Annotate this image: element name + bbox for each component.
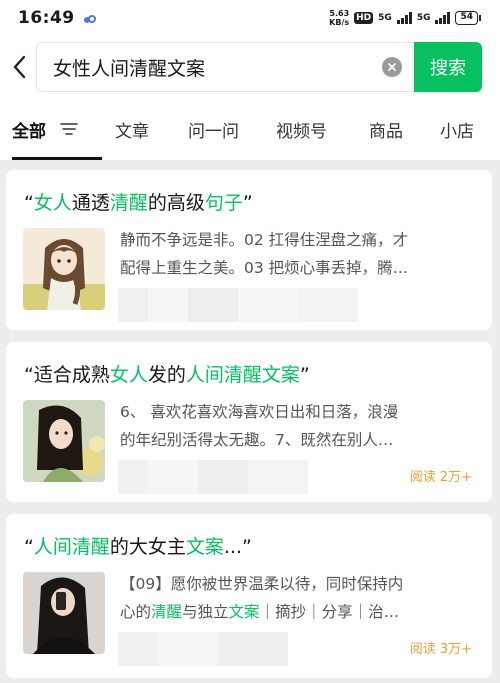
tab-articles[interactable]: 文章 bbox=[115, 98, 149, 160]
status-time: 16:49 bbox=[18, 8, 75, 28]
result-thumbnail bbox=[23, 572, 105, 654]
filter-icon[interactable] bbox=[60, 122, 78, 136]
result-thumbnail bbox=[23, 228, 105, 310]
blurred-source bbox=[118, 460, 308, 494]
back-chevron-icon bbox=[13, 55, 26, 79]
cloud-sync-icon bbox=[83, 9, 97, 28]
search-input[interactable]: 女性人间清醒文案 bbox=[36, 42, 414, 92]
tab-shops[interactable]: 小店 bbox=[440, 98, 474, 160]
result-title[interactable]: “人间清醒的大女主文案...” bbox=[24, 532, 252, 559]
signal-icon bbox=[396, 12, 412, 24]
blurred-source bbox=[118, 632, 288, 666]
result-title[interactable]: “女人通透清醒的高级句子” bbox=[24, 188, 253, 215]
tab-channels[interactable]: 视频号 bbox=[276, 98, 327, 160]
network-speed: 5.63 KB/s bbox=[329, 9, 350, 27]
status-bar: 16:49 5.63 KB/s HD 5G 5G 54 bbox=[0, 0, 500, 36]
signal-label-2: 5G bbox=[416, 13, 431, 23]
read-count: 阅读 3万+ bbox=[409, 642, 472, 657]
tab-all[interactable]: 全部 bbox=[12, 98, 102, 160]
blurred-source bbox=[118, 288, 358, 322]
result-title[interactable]: “适合成熟女人发的人间清醒文案” bbox=[24, 360, 310, 387]
signal-label-1: 5G bbox=[378, 13, 392, 23]
search-query[interactable]: 女性人间清醒文案 bbox=[53, 54, 382, 81]
battery-icon: 54 bbox=[455, 11, 481, 25]
result-card[interactable]: “人间清醒的大女主文案...” 【09】愿你被世界温柔以待，同时保持内 心的清醒… bbox=[6, 514, 492, 678]
back-button[interactable] bbox=[2, 47, 36, 87]
result-snippet: 【09】愿你被世界温柔以待，同时保持内 心的清醒与独立文案｜摘抄｜分享｜治… bbox=[120, 575, 404, 621]
filter-tabs: 全部 文章 问一问 视频号 商品 小店 bbox=[0, 98, 500, 160]
signal-icon bbox=[435, 12, 451, 24]
result-snippet: 6、 喜欢花喜欢海喜欢日出和日落，浪漫 的年纪别活得太无趣。7、既然在别人… bbox=[120, 403, 399, 449]
tab-ask[interactable]: 问一问 bbox=[188, 98, 239, 160]
hd-badge: HD bbox=[354, 12, 374, 24]
search-header: 女性人间清醒文案 搜索 bbox=[0, 36, 500, 98]
result-thumbnail bbox=[23, 400, 105, 482]
result-snippet: 静而不争远是非。02 扛得住涅盘之痛，才 配得上重生之美。03 把烦心事丢掉，腾… bbox=[120, 231, 409, 277]
read-count: 阅读 2万+ bbox=[409, 470, 472, 485]
search-button[interactable]: 搜索 bbox=[414, 42, 482, 92]
tab-products[interactable]: 商品 bbox=[369, 98, 403, 160]
result-card[interactable]: “女人通透清醒的高级句子” 静而不争远是非。02 扛得住涅盘之痛，才 配得上重生… bbox=[6, 170, 492, 330]
clear-icon[interactable] bbox=[382, 57, 402, 77]
result-card[interactable]: “适合成熟女人发的人间清醒文案” 6、 喜欢花喜欢海喜欢日出和日落，浪漫 的年纪… bbox=[6, 342, 492, 502]
